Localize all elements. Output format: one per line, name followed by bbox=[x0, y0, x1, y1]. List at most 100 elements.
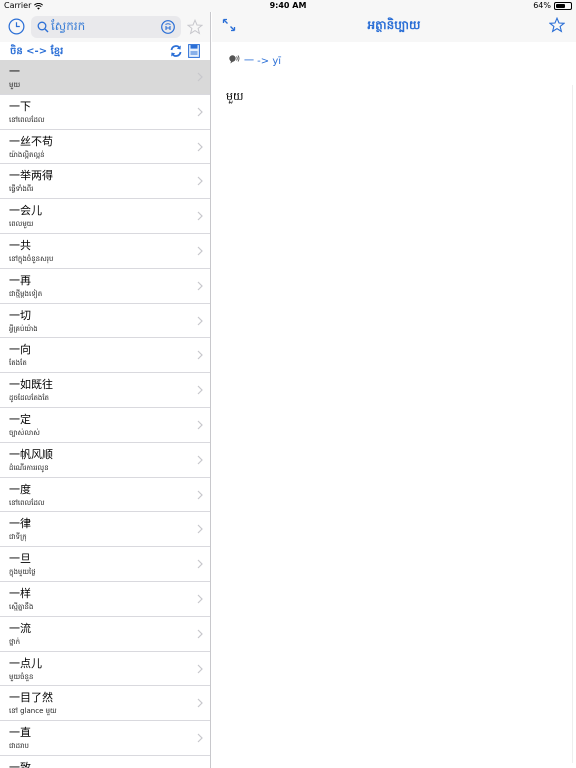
word-row[interactable]: 一目了然 នៅ glance មួយ bbox=[0, 686, 210, 722]
chevron-right-icon bbox=[197, 455, 203, 465]
word-row[interactable]: 一如既往 ដូចដែលតែងតែ bbox=[0, 373, 210, 408]
chevron-right-icon bbox=[197, 594, 203, 604]
word-khmer: ពេលមួយ bbox=[9, 220, 34, 229]
word-khmer: ក្នុងមួយថ្ងៃ bbox=[9, 568, 36, 577]
word-row[interactable]: 一切 អ្វីគ្រប់យ៉ាង bbox=[0, 304, 210, 339]
word-row[interactable]: 一直 ជាដរាប bbox=[0, 721, 210, 756]
word-row[interactable]: 一点儿 មួយចំនួន bbox=[0, 652, 210, 687]
chevron-right-icon bbox=[197, 246, 203, 256]
word-row[interactable]: 一举两得 ធ្វើទាំងពីរ bbox=[0, 164, 210, 200]
speaker-icon[interactable] bbox=[228, 54, 240, 64]
word-row[interactable]: 一定 ច្បាស់លាស់ bbox=[0, 408, 210, 443]
word-khmer: ជាដរាប bbox=[9, 742, 29, 751]
battery-icon bbox=[554, 2, 572, 10]
word-khmer: តែងតែ bbox=[9, 359, 27, 368]
search-icon bbox=[37, 21, 49, 33]
swap-direction-icon[interactable] bbox=[169, 44, 183, 58]
word-row[interactable]: 一致 bbox=[0, 756, 210, 768]
word-chinese: 一致 bbox=[9, 760, 31, 768]
favorites-star-icon[interactable] bbox=[187, 19, 203, 35]
word-row[interactable]: 一样 ស្មើគ្នានឹង bbox=[0, 582, 210, 617]
chevron-right-icon bbox=[197, 733, 203, 743]
word-row[interactable]: 一流 ថ្នាក់ bbox=[0, 617, 210, 652]
word-khmer: ស្មើគ្នានឹង bbox=[9, 602, 34, 611]
word-chinese: 一再 bbox=[9, 273, 31, 287]
chevron-right-icon bbox=[197, 316, 203, 326]
word-chinese: 一样 bbox=[9, 586, 31, 600]
search-field[interactable] bbox=[31, 16, 181, 38]
word-khmer: ដូចដែលតែងតែ bbox=[9, 394, 49, 403]
word-chinese: 一点儿 bbox=[9, 656, 42, 670]
chevron-right-icon bbox=[197, 698, 203, 708]
detail-header: អត្ថានិប្បាយ bbox=[212, 12, 576, 42]
word-chinese: 一度 bbox=[9, 482, 31, 496]
word-khmer: ដំណើរការរលូន bbox=[9, 463, 49, 472]
word-list-pane: ចិន <-> ខ្មែរ 一 មួយ 一下 នៅពេលដែល 一丝不苟 យ៉ាងល្អិ… bbox=[0, 12, 211, 768]
word-chinese: 一定 bbox=[9, 412, 31, 426]
status-time: 9:40 AM bbox=[269, 1, 307, 10]
word-khmer: ធ្វើទាំងពីរ bbox=[9, 185, 34, 194]
detail-title: អត្ថានិប្បាយ bbox=[367, 18, 421, 32]
chevron-right-icon bbox=[197, 176, 203, 186]
word-row[interactable]: 一丝不苟 យ៉ាងល្អិតល្អន់ bbox=[0, 130, 210, 165]
add-favorite-star-icon[interactable] bbox=[549, 17, 565, 33]
word-chinese: 一切 bbox=[9, 308, 31, 322]
word-khmer: នៅពេលដែល bbox=[9, 115, 45, 124]
word-khmer: នៅក្នុងចំនួនសរុប bbox=[9, 254, 54, 263]
word-chinese: 一旦 bbox=[9, 552, 31, 566]
save-list-icon[interactable] bbox=[188, 44, 200, 58]
word-chinese: 一共 bbox=[9, 238, 31, 252]
word-chinese: 一流 bbox=[9, 621, 31, 635]
direction-bar: ចិន <-> ខ្មែរ bbox=[0, 42, 210, 60]
status-right: 64% bbox=[533, 0, 572, 12]
battery-percent: 64% bbox=[533, 1, 551, 10]
chevron-right-icon bbox=[197, 490, 203, 499]
khmer-keyboard-icon[interactable] bbox=[161, 20, 175, 34]
battery-fill bbox=[556, 4, 565, 8]
direction-label: ចិន <-> ខ្មែរ bbox=[10, 46, 64, 57]
search-bar bbox=[0, 12, 210, 42]
chevron-right-icon bbox=[197, 559, 203, 569]
chevron-right-icon bbox=[197, 524, 203, 534]
word-chinese: 一向 bbox=[9, 343, 31, 357]
word-row[interactable]: 一旦 ក្នុងមួយថ្ងៃ bbox=[0, 547, 210, 582]
word-chinese: 一如既往 bbox=[9, 378, 53, 392]
status-bar: Carrier 9:40 AM 64% bbox=[0, 0, 576, 12]
detail-scrollbar[interactable] bbox=[572, 85, 576, 763]
word-khmer: នៅពេលដែល bbox=[9, 498, 45, 507]
definition-text: មួយ bbox=[226, 90, 244, 103]
word-khmer: ជាថ្មីម្តងទៀត bbox=[9, 289, 43, 298]
word-row[interactable]: 一共 នៅក្នុងចំនួនសរុប bbox=[0, 234, 210, 269]
word-chinese: 一律 bbox=[9, 517, 31, 531]
word-chinese: 一直 bbox=[9, 726, 31, 740]
word-khmer: មួយ bbox=[9, 81, 21, 89]
word-khmer: មួយចំនួន bbox=[9, 672, 34, 681]
word-row[interactable]: 一 មួយ bbox=[0, 60, 210, 95]
word-chinese: 一帆风顺 bbox=[9, 447, 53, 461]
word-row[interactable]: 一会儿 ពេលមួយ bbox=[0, 199, 210, 234]
word-chinese: 一下 bbox=[9, 99, 31, 113]
word-chinese: 一举两得 bbox=[9, 169, 53, 183]
pronunciation-row[interactable]: 一 -> yī bbox=[228, 52, 282, 67]
word-row[interactable]: 一帆风顺 ដំណើរការរលូន bbox=[0, 443, 210, 478]
history-clock-icon[interactable] bbox=[8, 18, 25, 35]
word-khmer: ជាទីក្រុ bbox=[9, 533, 27, 542]
chevron-right-icon bbox=[197, 629, 203, 639]
word-chinese: 一会儿 bbox=[9, 204, 42, 218]
word-row[interactable]: 一向 តែងតែ bbox=[0, 338, 210, 374]
chevron-right-icon bbox=[197, 72, 203, 82]
word-row[interactable]: 一再 ជាថ្មីម្តងទៀត bbox=[0, 269, 210, 304]
word-khmer: ច្បាស់លាស់ bbox=[9, 428, 40, 437]
word-row[interactable]: 一下 នៅពេលដែល bbox=[0, 95, 210, 130]
word-chinese: 一丝不苟 bbox=[9, 134, 53, 148]
word-khmer: អ្វីគ្រប់យ៉ាង bbox=[9, 324, 38, 333]
pronunciation-text: 一 -> yī bbox=[244, 55, 282, 67]
word-chinese: 一 bbox=[9, 65, 20, 78]
chevron-right-icon bbox=[197, 281, 203, 291]
chevron-right-icon bbox=[197, 664, 203, 673]
word-row[interactable]: 一律 ជាទីក្រុ bbox=[0, 512, 210, 548]
chevron-right-icon bbox=[197, 107, 203, 117]
search-input[interactable] bbox=[51, 18, 159, 36]
word-list: 一 មួយ 一下 នៅពេលដែល 一丝不苟 យ៉ាងល្អិតល្អន់ 一举两得 ធ្វើ… bbox=[0, 60, 210, 768]
word-row[interactable]: 一度 នៅពេលដែល bbox=[0, 478, 210, 513]
